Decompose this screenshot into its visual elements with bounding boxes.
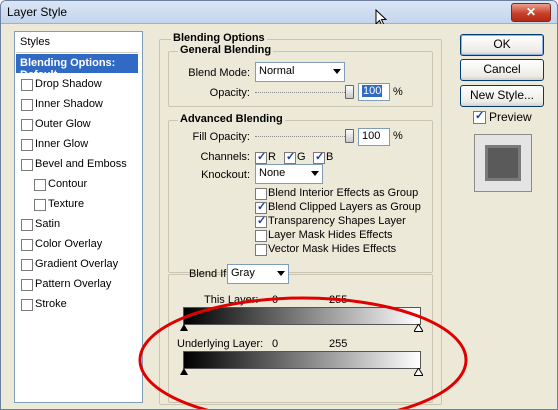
- checkbox-box[interactable]: [255, 214, 267, 228]
- styles-item-gradient-overlay[interactable]: Gradient Overlay: [16, 255, 138, 274]
- window-title: Layer Style: [7, 5, 68, 19]
- styles-item-blending-options[interactable]: Blending Options: Default: [16, 54, 138, 81]
- styles-header[interactable]: Styles: [16, 33, 138, 53]
- option-label: Vector Mask Hides Effects: [268, 243, 397, 255]
- checkbox-box[interactable]: [313, 150, 325, 164]
- fill-opacity-input[interactable]: 100: [358, 128, 390, 146]
- style-checkbox[interactable]: [21, 279, 33, 291]
- styles-item-label: Inner Glow: [35, 138, 89, 150]
- styles-item-satin[interactable]: Satin: [16, 215, 138, 234]
- red-ellipse-annotation: [138, 296, 468, 409]
- checkbox-box[interactable]: [255, 200, 267, 214]
- option-label: Transparency Shapes Layer: [268, 215, 406, 227]
- blend-mode-value: Normal: [259, 65, 295, 77]
- advanced-blending-title: Advanced Blending: [178, 113, 285, 125]
- option-label: Blend Clipped Layers as Group: [268, 201, 421, 213]
- styles-item-label: Inner Shadow: [35, 98, 103, 110]
- styles-item-label: Stroke: [35, 298, 67, 310]
- knockout-label: Knockout:: [201, 169, 250, 181]
- fill-opacity-slider[interactable]: [255, 136, 353, 138]
- layer-style-dialog: Layer Style ✕ Styles Blending Options: D…: [0, 0, 558, 410]
- style-checkbox[interactable]: [34, 199, 46, 211]
- opacity-value: 100: [362, 85, 383, 97]
- preview-checkbox[interactable]: [473, 109, 486, 124]
- styles-item-inner-glow[interactable]: Inner Glow: [16, 135, 138, 154]
- option-label: Layer Mask Hides Effects: [268, 229, 393, 241]
- fill-opacity-slider-thumb[interactable]: [345, 129, 354, 143]
- styles-item-texture[interactable]: Texture: [16, 195, 138, 214]
- chevron-down-icon: [277, 271, 285, 276]
- styles-item-label: Pattern Overlay: [35, 278, 112, 290]
- chevron-down-icon: [311, 171, 319, 176]
- cancel-button[interactable]: Cancel: [460, 59, 544, 81]
- checkbox-box[interactable]: [255, 188, 267, 200]
- styles-item-pattern-overlay[interactable]: Pattern Overlay: [16, 275, 138, 294]
- checkbox-box[interactable]: [255, 150, 267, 164]
- styles-list: Styles Blending Options: Default Drop Sh…: [14, 31, 143, 403]
- channels-label: Channels:: [200, 151, 250, 163]
- styles-item-label: Outer Glow: [35, 118, 91, 130]
- styles-item-stroke[interactable]: Stroke: [16, 295, 138, 314]
- preview-label: Preview: [489, 110, 532, 124]
- channel-label: R: [268, 151, 276, 163]
- checkbox-box[interactable]: [284, 150, 296, 164]
- styles-item-label: Satin: [35, 218, 61, 230]
- style-checkbox[interactable]: [21, 99, 33, 111]
- preview-swatch: [474, 134, 532, 192]
- opacity-slider[interactable]: [255, 92, 353, 94]
- blend-if-select[interactable]: Gray: [227, 264, 289, 284]
- styles-item-bevel-and-emboss[interactable]: Bevel and Emboss: [16, 155, 138, 174]
- title-bar[interactable]: Layer Style ✕: [1, 1, 557, 24]
- checkbox-box[interactable]: [255, 230, 267, 242]
- blend-mode-label: Blend Mode:: [188, 67, 250, 79]
- style-checkbox[interactable]: [21, 139, 33, 151]
- style-checkbox[interactable]: [21, 219, 33, 231]
- style-checkbox[interactable]: [21, 159, 33, 171]
- styles-item-label: Bevel and Emboss: [35, 158, 127, 170]
- styles-item-color-overlay[interactable]: Color Overlay: [16, 235, 138, 254]
- option-label: Blend Interior Effects as Group: [268, 187, 419, 199]
- styles-item-label: Contour: [48, 178, 88, 190]
- knockout-select[interactable]: None: [255, 164, 323, 184]
- close-button[interactable]: ✕: [511, 3, 551, 22]
- style-checkbox[interactable]: [21, 259, 33, 271]
- opacity-slider-thumb[interactable]: [345, 85, 354, 99]
- style-checkbox[interactable]: [21, 239, 33, 251]
- opacity-input[interactable]: 100: [358, 83, 390, 101]
- styles-item-label: Gradient Overlay: [35, 258, 119, 270]
- style-checkbox[interactable]: [21, 119, 33, 131]
- style-checkbox[interactable]: [21, 79, 33, 91]
- styles-item-label: Drop Shadow: [35, 78, 102, 90]
- knockout-value: None: [259, 167, 286, 179]
- opacity-label: Opacity:: [209, 87, 250, 99]
- new-style-button[interactable]: New Style...: [460, 85, 544, 107]
- styles-item-drop-shadow[interactable]: Drop Shadow: [16, 75, 138, 94]
- styles-item-label: Color Overlay: [35, 238, 103, 250]
- general-blending-title: General Blending: [178, 44, 274, 56]
- checkbox-box[interactable]: [255, 244, 267, 256]
- style-checkbox[interactable]: [34, 179, 46, 191]
- preview-thumbnail: [485, 145, 521, 181]
- blend-mode-select[interactable]: Normal: [255, 62, 345, 82]
- blending-options-title: Blending Options: [171, 32, 267, 44]
- style-checkbox[interactable]: [21, 299, 33, 311]
- styles-header-label: Styles: [20, 36, 50, 48]
- fill-opacity-value: 100: [362, 130, 381, 142]
- channel-label: B: [326, 151, 334, 163]
- channel-label: G: [297, 151, 306, 163]
- styles-item-outer-glow[interactable]: Outer Glow: [16, 115, 138, 134]
- ok-button[interactable]: OK: [460, 34, 544, 56]
- styles-item-label: Texture: [48, 198, 85, 210]
- blend-if-value: Gray: [231, 267, 255, 279]
- styles-item-inner-shadow[interactable]: Inner Shadow: [16, 95, 138, 114]
- fill-opacity-label: Fill Opacity:: [192, 131, 250, 143]
- blend-if-label: Blend If:: [189, 268, 230, 280]
- dialog-body: Styles Blending Options: Default Drop Sh…: [1, 24, 557, 409]
- chevron-down-icon: [333, 69, 341, 74]
- styles-item-contour[interactable]: Contour: [16, 175, 138, 194]
- opacity-percent: %: [393, 86, 403, 98]
- fill-opacity-percent: %: [393, 130, 403, 142]
